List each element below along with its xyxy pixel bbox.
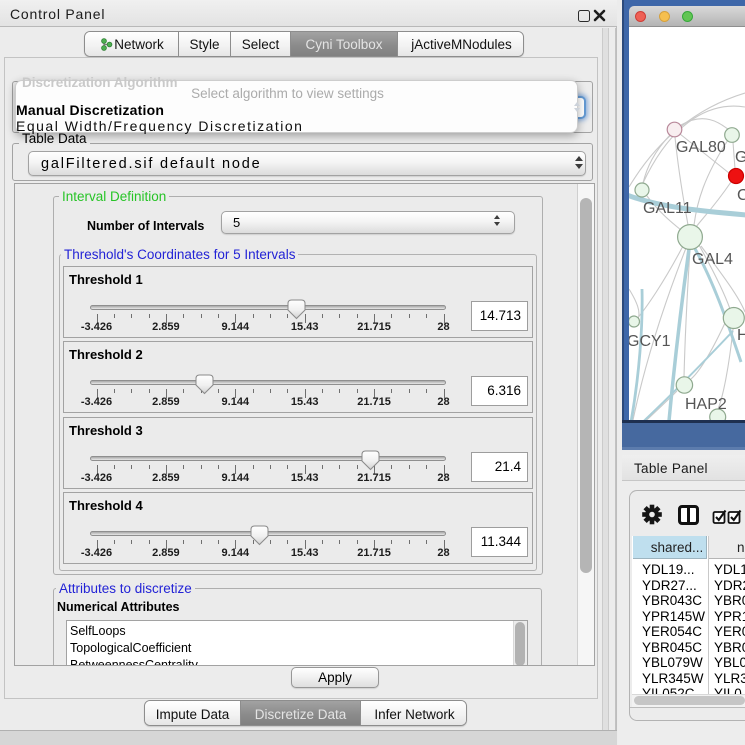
svg-text:C: C xyxy=(737,187,745,204)
svg-text:G: G xyxy=(735,149,745,166)
svg-text:GAL4: GAL4 xyxy=(692,251,733,268)
svg-text:H: H xyxy=(737,327,745,344)
svg-text:GAL11: GAL11 xyxy=(643,200,692,217)
svg-text:GAL80: GAL80 xyxy=(676,139,726,156)
svg-text:GCY1: GCY1 xyxy=(629,333,671,350)
svg-text:HAP2: HAP2 xyxy=(685,396,727,413)
